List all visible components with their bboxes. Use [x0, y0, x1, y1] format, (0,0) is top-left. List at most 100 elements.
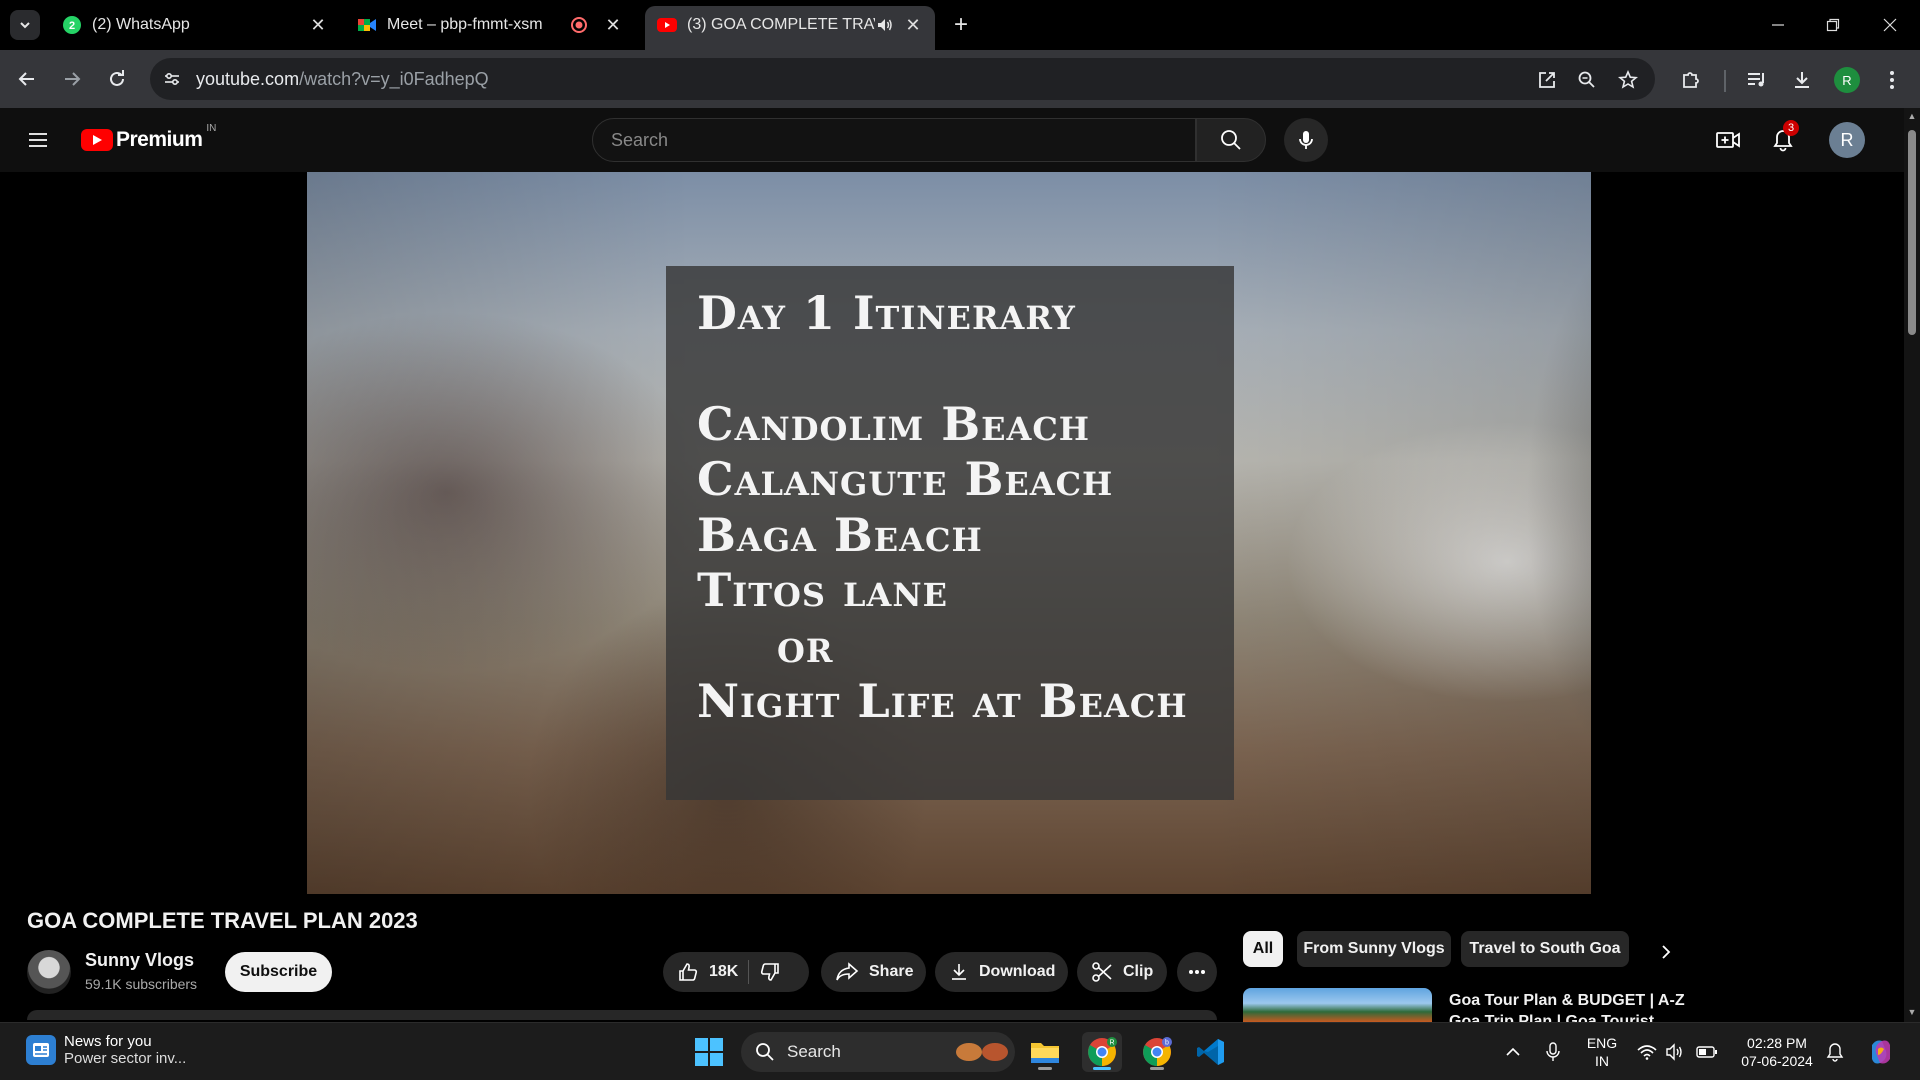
site-settings-icon[interactable] — [160, 67, 184, 91]
back-icon[interactable] — [12, 64, 42, 94]
toolbar-divider — [1724, 70, 1726, 92]
youtube-play-icon — [81, 129, 113, 151]
download-button[interactable]: Download — [935, 952, 1068, 992]
logo-text: Premium — [116, 128, 203, 151]
region-code: IN — [206, 122, 217, 134]
like-count[interactable]: 18K — [709, 963, 738, 981]
youtube-logo[interactable]: Premium IN — [81, 123, 216, 152]
like-dislike-group: 18K — [663, 952, 809, 992]
forward-icon[interactable] — [57, 64, 87, 94]
recording-icon — [569, 15, 589, 35]
close-window-icon[interactable] — [1870, 10, 1910, 40]
profile-initial: R — [1834, 67, 1860, 93]
copilot-icon[interactable] — [1866, 1037, 1896, 1067]
subscribe-button[interactable]: Subscribe — [225, 952, 332, 992]
tab-whatsapp[interactable]: 2 (2) WhatsApp ✕ — [50, 6, 340, 44]
tab-search-button[interactable] — [10, 10, 40, 40]
itinerary-or: or — [777, 618, 834, 673]
chevron-down-icon — [20, 22, 30, 29]
clip-button[interactable]: Clip — [1077, 952, 1167, 992]
scissors-icon — [1091, 961, 1113, 983]
input-language[interactable]: ENG IN — [1583, 1034, 1621, 1070]
reload-icon[interactable] — [102, 64, 132, 94]
profile-avatar[interactable]: R — [1833, 66, 1861, 94]
chevron-up-icon[interactable] — [1502, 1041, 1524, 1063]
kebab-menu-icon[interactable] — [1878, 66, 1906, 94]
windows-start-icon[interactable] — [689, 1032, 729, 1072]
more-actions-button[interactable] — [1177, 952, 1217, 992]
zoom-icon[interactable] — [1575, 68, 1599, 92]
bookmark-star-icon[interactable] — [1616, 68, 1640, 92]
search-button[interactable] — [1196, 118, 1266, 162]
chip-travel-south-goa[interactable]: Travel to South Goa — [1461, 931, 1629, 967]
video-frame[interactable]: Day 1 Itinerary Candolim Beach Calangute… — [307, 172, 1591, 894]
share-label: Share — [869, 963, 914, 980]
file-explorer-icon[interactable] — [1025, 1032, 1065, 1072]
thumbs-up-icon[interactable] — [677, 961, 699, 983]
description-box[interactable] — [27, 1010, 1217, 1020]
page-scrollbar[interactable]: ▲ ▼ — [1904, 108, 1920, 1022]
tab-close-icon[interactable]: ✕ — [903, 15, 923, 35]
menu-icon[interactable] — [26, 128, 50, 152]
svg-text:2: 2 — [69, 20, 75, 32]
clock-time: 02:28 PM — [1747, 1035, 1807, 1051]
clock[interactable]: 02:28 PM 07-06-2024 — [1734, 1034, 1820, 1070]
language-code: ENG — [1586, 1035, 1618, 1051]
extensions-icon[interactable] — [1677, 66, 1705, 94]
chevron-right-icon[interactable] — [1654, 940, 1678, 964]
notification-bell-icon[interactable] — [1824, 1041, 1846, 1063]
download-icon[interactable] — [1788, 66, 1816, 94]
youtube-header: Premium IN 3 R — [0, 108, 1904, 172]
chrome-profile-b-icon[interactable]: b — [1137, 1032, 1177, 1072]
region-code: IN — [1595, 1053, 1609, 1069]
tab-youtube[interactable]: (3) GOA COMPLETE TRAVEL ✕ — [645, 6, 935, 50]
scroll-thumb[interactable] — [1908, 130, 1916, 335]
clip-label: Clip — [1123, 963, 1154, 980]
chip-all[interactable]: All — [1243, 931, 1283, 967]
news-widget[interactable]: News for you Power sector inv... — [26, 1033, 186, 1067]
voice-search-button[interactable] — [1284, 118, 1328, 162]
taskbar-search-label: Search — [787, 1042, 841, 1061]
youtube-icon — [657, 15, 677, 35]
microphone-tray-icon[interactable] — [1542, 1041, 1564, 1063]
search-input[interactable] — [593, 119, 1195, 161]
open-in-app-icon[interactable] — [1535, 68, 1559, 92]
speaker-icon[interactable] — [875, 15, 895, 35]
thumbs-down-icon[interactable] — [759, 961, 781, 983]
account-avatar[interactable]: R — [1829, 122, 1865, 158]
tab-meet[interactable]: Meet – pbp-fmmt-xsm ✕ — [345, 6, 635, 44]
news-subtitle: Power sector inv... — [64, 1050, 187, 1067]
restore-icon[interactable] — [1813, 10, 1853, 40]
url-path: /watch?v=y_i0FadhepQ — [299, 69, 489, 89]
news-icon — [26, 1035, 56, 1065]
channel-avatar[interactable] — [27, 950, 71, 994]
video-camera-plus-icon — [1716, 132, 1740, 148]
media-controls-icon[interactable] — [1743, 66, 1771, 94]
notifications-button[interactable]: 3 — [1769, 120, 1799, 154]
chip-from-channel[interactable]: From Sunny Vlogs — [1297, 931, 1451, 967]
channel-name[interactable]: Sunny Vlogs — [85, 950, 194, 971]
vscode-icon[interactable] — [1191, 1032, 1231, 1072]
video-player[interactable]: Day 1 Itinerary Candolim Beach Calangute… — [0, 172, 1904, 894]
create-video-button[interactable] — [1714, 126, 1742, 154]
battery-icon[interactable] — [1696, 1041, 1718, 1063]
address-bar[interactable]: youtube.com/watch?v=y_i0FadhepQ — [150, 58, 1655, 100]
chrome-profile-r-icon[interactable]: R — [1082, 1032, 1122, 1072]
search-box — [592, 118, 1196, 162]
active-indicator — [1093, 1067, 1111, 1070]
recommendation-title[interactable]: Goa Tour Plan & BUDGET | A-Z Goa Trip Pl… — [1449, 990, 1709, 1022]
notification-badge: 3 — [1783, 120, 1799, 136]
itinerary-stop: Baga Beach — [697, 507, 983, 562]
tab-close-icon[interactable]: ✕ — [603, 15, 623, 35]
recommendation-thumbnail[interactable] — [1243, 988, 1432, 1022]
scroll-down-icon[interactable]: ▼ — [1908, 1007, 1917, 1017]
wifi-icon[interactable] — [1636, 1041, 1658, 1063]
scroll-up-icon[interactable]: ▲ — [1908, 111, 1917, 121]
new-tab-button[interactable]: + — [948, 11, 974, 38]
more-horizontal-icon — [1189, 970, 1205, 974]
minimize-icon[interactable] — [1758, 10, 1798, 40]
taskbar-search[interactable]: Search — [741, 1032, 1015, 1072]
volume-icon[interactable] — [1664, 1041, 1686, 1063]
share-button[interactable]: Share — [821, 952, 926, 992]
tab-close-icon[interactable]: ✕ — [308, 15, 328, 35]
